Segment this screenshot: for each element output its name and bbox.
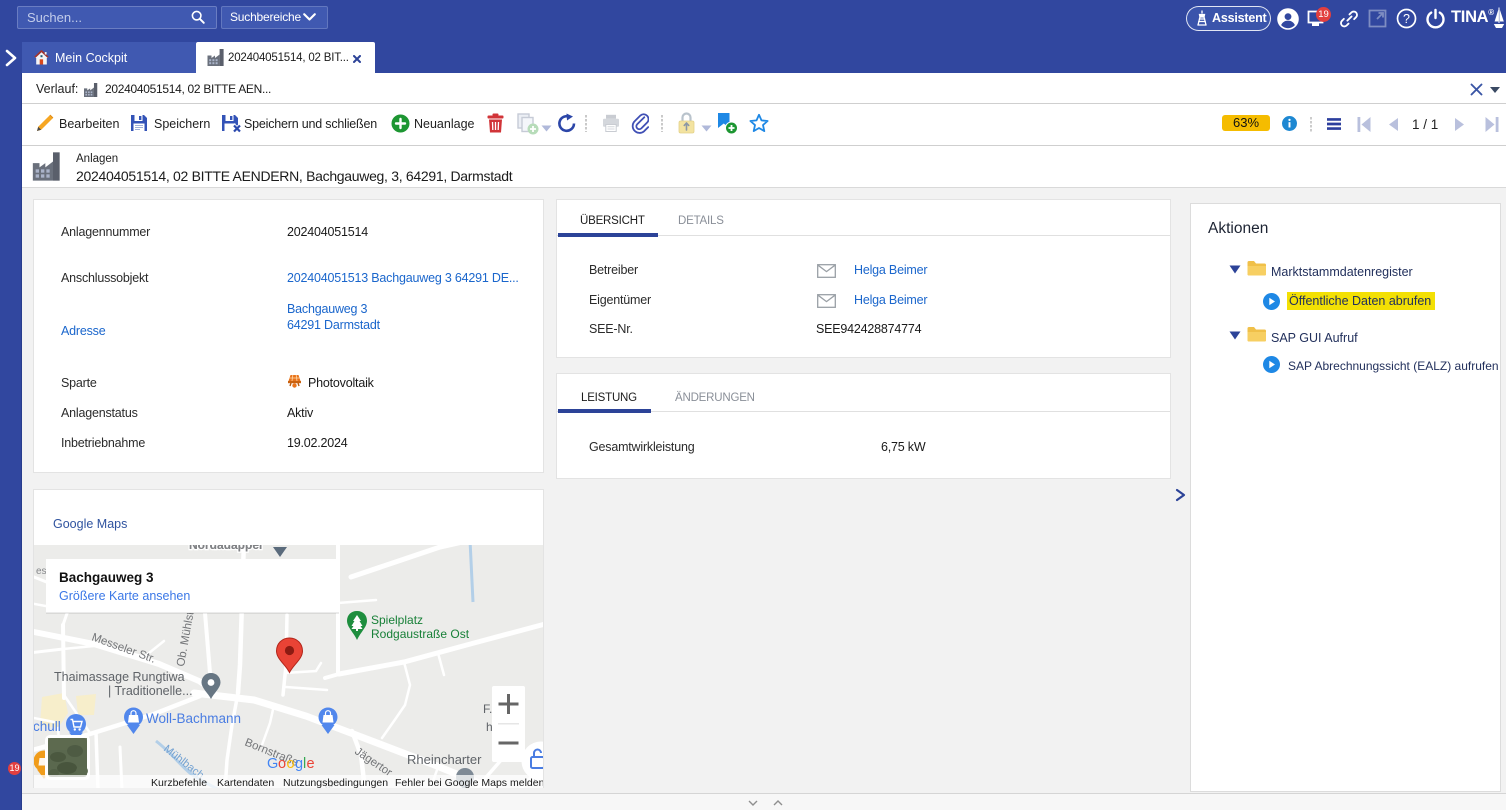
svg-text:o: o: [287, 756, 295, 772]
svg-text:| Traditionelle...: | Traditionelle...: [108, 684, 193, 698]
svg-text:Bachgauweg 3: Bachgauweg 3: [59, 570, 154, 585]
svg-text:g: g: [295, 756, 303, 772]
svg-text:G: G: [267, 756, 278, 772]
svg-text:Nutzungsbedingungen: Nutzungsbedingungen: [283, 777, 388, 788]
svg-text:Fehler bei Google Maps melden: Fehler bei Google Maps melden: [395, 777, 543, 788]
svg-text:chull: chull: [34, 719, 61, 734]
svg-text:Nordauappel: Nordauappel: [189, 545, 262, 552]
svg-text:Größere Karte ansehen: Größere Karte ansehen: [59, 589, 190, 603]
svg-text:F.: F.: [483, 702, 492, 716]
svg-text:Woll-Bachmann: Woll-Bachmann: [146, 711, 241, 726]
svg-text:Kurzbefehle: Kurzbefehle: [151, 777, 207, 788]
svg-text:Thaimassage Rungtiwa: Thaimassage Rungtiwa: [54, 670, 185, 684]
svg-text:Spielplatz: Spielplatz: [371, 613, 423, 627]
svg-text:es: es: [36, 566, 47, 577]
svg-text:?: ?: [1403, 12, 1410, 26]
svg-text:o: o: [278, 756, 286, 772]
svg-text:Rheincharter: Rheincharter: [407, 752, 482, 767]
svg-text:Kartendaten: Kartendaten: [217, 777, 274, 788]
svg-text:Rodgaustraße Ost: Rodgaustraße Ost: [371, 627, 470, 641]
svg-text:e: e: [307, 756, 315, 772]
svg-text:h: h: [486, 720, 493, 734]
